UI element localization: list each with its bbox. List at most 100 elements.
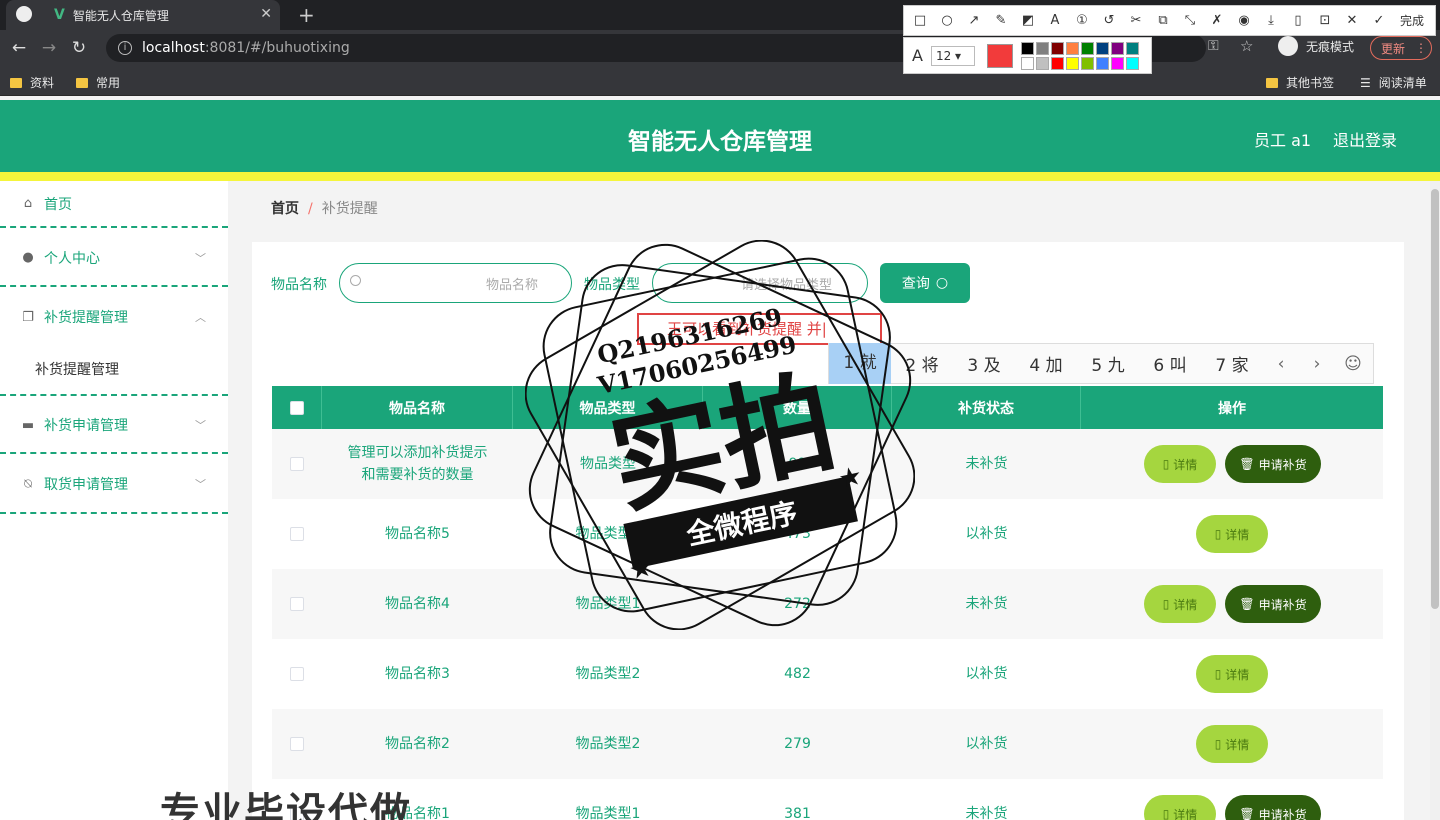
close-tab-icon[interactable]: ✕ [260,6,272,22]
color-swatch[interactable] [1035,56,1049,70]
ime-emoji-icon[interactable]: ☺ [1335,354,1371,374]
bookmark-folder-2[interactable]: 常用 [76,74,120,91]
sidebar-item-label: 个人中心 [44,250,100,267]
color-swatch[interactable] [1020,56,1034,70]
color-swatch[interactable] [1065,41,1079,55]
color-swatch[interactable] [1080,56,1094,70]
detail-button[interactable]: ▯ 详情 [1196,725,1268,763]
detail-button[interactable]: ▯ 详情 [1144,795,1216,820]
detail-button-label: 详情 [1225,737,1250,752]
sidebar-item-pickup-apply[interactable]: ⍉ 取货申请管理 ﹀ [0,456,228,514]
scrollbar-thumb[interactable] [1431,189,1439,609]
column-header-name[interactable]: 物品名称 [322,386,513,429]
annot-tool-icon[interactable]: ✎ [993,13,1009,28]
new-tab-icon[interactable]: + [298,3,315,27]
apply-restock-button[interactable]: 🗑 申请补货 [1225,445,1321,483]
update-label: 更新 [1381,41,1406,56]
color-swatch[interactable] [1065,56,1079,70]
annot-tool-icon[interactable]: ✗ [1209,13,1225,28]
font-size-select[interactable]: 12 ▾ [930,45,975,66]
color-swatch[interactable] [1035,41,1049,55]
sidebar-item-label: 补货申请管理 [44,418,128,434]
row-checkbox[interactable] [290,597,304,611]
logout-link[interactable]: 退出登录 [1333,127,1397,151]
bookmark-folder-1[interactable]: 资料 [10,74,54,91]
ime-candidate[interactable]: 6 叫 [1139,351,1201,376]
annot-tool-icon[interactable]: ⊡ [1317,13,1333,28]
annot-tool-icon[interactable]: ↗ [966,13,982,28]
current-color-swatch[interactable] [986,43,1013,68]
color-swatch[interactable] [1080,41,1094,55]
ime-next-icon[interactable]: › [1299,354,1335,374]
row-checkbox[interactable] [290,737,304,751]
annot-tool-icon[interactable]: ▯ [1290,13,1306,28]
ime-candidate[interactable]: 4 加 [1015,351,1077,376]
incognito-indicator[interactable]: 无痕模式 [1278,36,1354,56]
annot-done-button[interactable]: 完成 [1400,12,1424,29]
row-select-cell [272,499,322,569]
detail-button[interactable]: ▯ 详情 [1196,515,1268,553]
reload-icon[interactable]: ↻ [64,38,94,58]
row-checkbox[interactable] [290,457,304,471]
sidebar-item-home[interactable]: ⌂ 首页 [0,181,228,228]
incognito-label: 无痕模式 [1306,39,1355,54]
ime-candidate[interactable]: 7 家 [1201,351,1263,376]
annot-tool-icon[interactable]: ⤡ [1182,13,1198,28]
back-icon[interactable]: ← [4,38,34,58]
annot-tool-icon[interactable]: ① [1074,13,1090,28]
detail-button[interactable]: ▯ 详情 [1144,445,1216,483]
forward-icon[interactable]: → [34,38,64,58]
sidebar-item-profile[interactable]: ● 个人中心 ﹀ [0,230,228,287]
annot-tool-icon[interactable]: ✂ [1128,13,1144,28]
reading-list[interactable]: ☰ 阅读清单 [1360,74,1427,91]
ime-candidate[interactable]: 3 及 [953,351,1015,376]
color-swatch[interactable] [1110,56,1124,70]
key-icon[interactable]: ⚿ [1208,38,1219,54]
annot-tool-icon[interactable]: ⤓ [1263,13,1279,28]
annotation-toolbar: □ ○ ↗ ✎ ◩ A ① ↺ ✂ ⧉ ⤡ ✗ ◉ ⤓ ▯ ⊡ ✕ ✓ 完成 [903,5,1436,36]
site-info-icon[interactable]: i [118,41,132,55]
chevron-down-icon: ﹀ [195,251,206,265]
row-checkbox[interactable] [290,527,304,541]
ime-candidate[interactable]: 5 九 [1077,351,1139,376]
update-button[interactable]: 更新 ⋮ [1370,36,1432,60]
breadcrumb-home[interactable]: 首页 [271,201,299,217]
vue-logo-icon: V [54,7,65,23]
annot-tool-icon[interactable]: □ [912,13,928,28]
ime-prev-icon[interactable]: ‹ [1263,354,1299,374]
annot-tool-icon[interactable]: A [1047,13,1063,28]
apply-restock-button[interactable]: 🗑 申请补货 [1225,795,1321,820]
annot-tool-icon[interactable]: ◩ [1020,13,1036,28]
select-all-checkbox[interactable] [289,400,304,415]
apply-restock-label: 申请补货 [1258,597,1307,612]
color-swatch[interactable] [1110,41,1124,55]
annot-tool-icon[interactable]: ◉ [1236,13,1252,28]
color-swatch[interactable] [1125,41,1139,55]
annot-tool-icon[interactable]: ⧉ [1155,13,1171,28]
breadcrumb-current: 补货提醒 [321,201,378,217]
star-icon: ★ [836,461,865,495]
annot-tool-icon[interactable]: ○ [939,13,955,28]
apply-restock-button[interactable]: 🗑 申请补货 [1225,585,1321,623]
sidebar-item-restock-reminder[interactable]: ❐ 补货提醒管理 ︿ [0,289,228,345]
row-checkbox[interactable] [290,667,304,681]
color-swatch[interactable] [1050,41,1064,55]
color-swatch[interactable] [1095,56,1109,70]
sidebar-item-restock-apply[interactable]: ▬ 补货申请管理 ﹀ [0,398,228,454]
status-cell: 未补货 [965,806,1008,820]
star-icon[interactable]: ☆ [1240,37,1253,55]
detail-button[interactable]: ▯ 详情 [1144,585,1216,623]
annot-tool-icon[interactable]: ✕ [1344,13,1360,28]
column-header-status[interactable]: 补货状态 [892,386,1081,429]
color-swatch[interactable] [1050,56,1064,70]
page-scrollbar[interactable] [1430,181,1440,820]
annot-tool-icon[interactable]: ✓ [1371,13,1387,28]
sidebar-subitem-restock-reminder[interactable]: 补货提醒管理 [0,359,228,379]
color-swatch[interactable] [1095,41,1109,55]
annot-tool-icon[interactable]: ↺ [1101,13,1117,28]
color-swatch[interactable] [1020,41,1034,55]
browser-tab[interactable]: V 智能无人仓库管理 ✕ [6,0,280,30]
color-swatch[interactable] [1125,56,1139,70]
detail-button[interactable]: ▯ 详情 [1196,655,1268,693]
other-bookmarks[interactable]: 其他书签 [1266,74,1334,91]
